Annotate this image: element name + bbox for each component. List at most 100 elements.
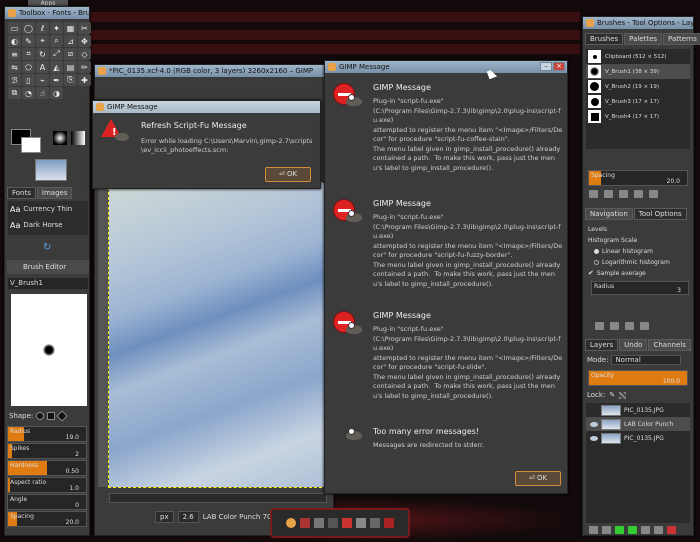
measure-icon[interactable]: ⊿ bbox=[64, 35, 77, 47]
new-layer-icon[interactable] bbox=[589, 526, 598, 534]
brush-param-slider[interactable]: Radius 19.0 bbox=[7, 426, 87, 442]
shear-icon[interactable]: ⧄ bbox=[64, 48, 77, 60]
brush-name-field[interactable]: V_Brush1 bbox=[8, 278, 88, 289]
save-options-icon[interactable] bbox=[595, 322, 604, 330]
zoom-select[interactable]: 2.6 bbox=[177, 511, 199, 523]
brush-spacing-slider[interactable]: Spacing 20.0 bbox=[588, 170, 688, 186]
brush-param-slider[interactable]: Hardness 0.50 bbox=[7, 460, 87, 476]
color-picker-icon[interactable]: ⌖ bbox=[36, 35, 49, 47]
app-icon[interactable] bbox=[370, 518, 380, 528]
gradient-indicator[interactable] bbox=[71, 131, 85, 145]
perspective-icon[interactable]: ◇ bbox=[78, 48, 91, 60]
mode-select[interactable]: Normal bbox=[611, 355, 682, 365]
app-icon[interactable] bbox=[300, 518, 310, 528]
gimp-app-icon[interactable] bbox=[286, 518, 296, 528]
text-icon[interactable]: A bbox=[36, 61, 49, 73]
app-icon[interactable] bbox=[384, 518, 394, 528]
brush-param-slider[interactable]: Spacing 20.0 bbox=[7, 511, 87, 527]
paintbrush-icon[interactable]: ℬ bbox=[8, 74, 21, 86]
delete-brush-icon[interactable] bbox=[634, 190, 643, 198]
sample-average-checkbox[interactable]: ✔ Sample average bbox=[588, 268, 688, 279]
move-icon[interactable]: ✥ bbox=[78, 35, 91, 47]
brush-param-slider[interactable]: Angle 0 bbox=[7, 494, 87, 510]
dock-titlebar[interactable]: Brushes - Tool Options - Layers bbox=[583, 17, 693, 29]
rotate-icon[interactable]: ↻ bbox=[36, 48, 49, 60]
brush-param-slider[interactable]: Spikes 2 bbox=[7, 443, 87, 459]
free-select-icon[interactable]: ℓ bbox=[36, 22, 49, 34]
brush-item[interactable]: Clipboard (512 × 512) bbox=[586, 49, 690, 64]
heal-icon[interactable]: ✚ bbox=[78, 74, 91, 86]
restore-options-icon[interactable] bbox=[610, 322, 619, 330]
tab-brush-editor[interactable]: Brush Editor bbox=[23, 263, 66, 271]
raise-layer-icon[interactable] bbox=[615, 526, 624, 534]
color-select-icon[interactable]: ▦ bbox=[64, 22, 77, 34]
brush-item[interactable]: V_Brush1 (38 × 39) bbox=[586, 64, 690, 79]
tab-images[interactable]: Images bbox=[36, 187, 73, 199]
ellipse-select-icon[interactable]: ◯ bbox=[22, 22, 35, 34]
brush-item[interactable]: V_Brush4 (17 × 17) bbox=[586, 109, 690, 124]
tab-navigation[interactable]: Navigation bbox=[585, 208, 633, 220]
layer-row[interactable]: PIC_0135.JPG bbox=[586, 431, 690, 445]
tab-brushes[interactable]: Brushes bbox=[585, 33, 624, 45]
refresh-fonts-icon[interactable]: ↻ bbox=[43, 242, 51, 253]
brush-param-slider[interactable]: Aspect ratio 1.0 bbox=[7, 477, 87, 493]
minimize-icon[interactable]: – bbox=[540, 62, 552, 71]
background-color-swatch[interactable] bbox=[21, 137, 41, 153]
diamond-shape-icon[interactable] bbox=[56, 410, 68, 422]
new-group-icon[interactable] bbox=[602, 526, 611, 534]
brush-item[interactable]: V_Brush3 (17 × 17) bbox=[586, 94, 690, 109]
eye-icon[interactable] bbox=[590, 421, 598, 427]
tab-channels[interactable]: Channels bbox=[648, 339, 691, 351]
message-titlebar[interactable]: GIMP Message bbox=[93, 101, 320, 113]
active-image-thumbnail[interactable] bbox=[35, 159, 67, 181]
clone-icon[interactable]: ⎘ bbox=[64, 74, 77, 86]
pencil-icon[interactable]: ✏ bbox=[78, 61, 91, 73]
delete-options-icon[interactable] bbox=[625, 322, 634, 330]
horizontal-scrollbar[interactable] bbox=[109, 493, 327, 503]
layer-row[interactable]: PIC_0135.JPG bbox=[586, 403, 690, 417]
edit-brush-icon[interactable] bbox=[589, 190, 598, 198]
tab-palettes[interactable]: Palettes bbox=[624, 33, 663, 45]
paths-icon[interactable]: ✎ bbox=[22, 35, 35, 47]
brush-indicator[interactable] bbox=[53, 131, 67, 145]
ink-icon[interactable]: ✒ bbox=[50, 74, 63, 86]
eraser-icon[interactable]: ▯ bbox=[22, 74, 35, 86]
lock-alpha-icon[interactable] bbox=[619, 391, 627, 399]
lower-layer-icon[interactable] bbox=[628, 526, 637, 534]
font-list-item[interactable]: Aa Dark Horse bbox=[8, 217, 88, 233]
ok-button[interactable]: ⏎ OK bbox=[515, 471, 561, 486]
smudge-icon[interactable]: ☝ bbox=[36, 87, 49, 99]
flip-icon[interactable]: ⇋ bbox=[8, 61, 21, 73]
font-list-item[interactable]: Aa Currency Thin bbox=[8, 201, 88, 217]
layer-row[interactable]: LAB Color Punch bbox=[586, 417, 690, 431]
blend-icon[interactable]: ▤ bbox=[64, 61, 77, 73]
zoom-icon[interactable]: ⌕ bbox=[50, 35, 63, 47]
log-option[interactable]: Logarithmic histogram bbox=[588, 257, 688, 268]
brush-item[interactable]: V_Brush2 (19 × 19) bbox=[586, 79, 690, 94]
new-brush-icon[interactable] bbox=[604, 190, 613, 198]
fuzzy-select-icon[interactable]: ✦ bbox=[50, 22, 63, 34]
image-canvas[interactable] bbox=[108, 182, 332, 488]
tab-undo[interactable]: Undo bbox=[619, 339, 648, 351]
bucket-fill-icon[interactable]: ◭ bbox=[50, 61, 63, 73]
crop-icon[interactable]: ⌗ bbox=[22, 48, 35, 60]
image-window-titlebar[interactable]: *PIC_0135.xcf-4.0 (RGB color, 3 layers) … bbox=[95, 65, 333, 77]
opacity-slider[interactable]: Opacity 100.0 bbox=[588, 370, 688, 386]
tab-patterns[interactable]: Patterns bbox=[663, 33, 700, 45]
duplicate-layer-icon[interactable] bbox=[641, 526, 650, 534]
radius-slider[interactable]: Radius 3 bbox=[591, 281, 689, 295]
close-icon[interactable]: × bbox=[553, 62, 565, 71]
square-shape-icon[interactable] bbox=[47, 412, 56, 420]
tab-tool-options[interactable]: Tool Options bbox=[633, 208, 687, 220]
refresh-brushes-icon[interactable] bbox=[649, 190, 658, 198]
app-icon[interactable] bbox=[342, 518, 352, 528]
duplicate-brush-icon[interactable] bbox=[619, 190, 628, 198]
delete-layer-icon[interactable] bbox=[667, 526, 676, 534]
foreground-select-icon[interactable]: ◐ bbox=[8, 35, 21, 47]
perspective-clone-icon[interactable]: ⧉ bbox=[8, 87, 21, 99]
lock-pixels-icon[interactable]: ✎ bbox=[609, 391, 615, 399]
anchor-layer-icon[interactable] bbox=[654, 526, 663, 534]
circle-shape-icon[interactable] bbox=[36, 412, 45, 420]
blur-icon[interactable]: ◔ bbox=[22, 87, 35, 99]
app-icon[interactable] bbox=[356, 518, 366, 528]
